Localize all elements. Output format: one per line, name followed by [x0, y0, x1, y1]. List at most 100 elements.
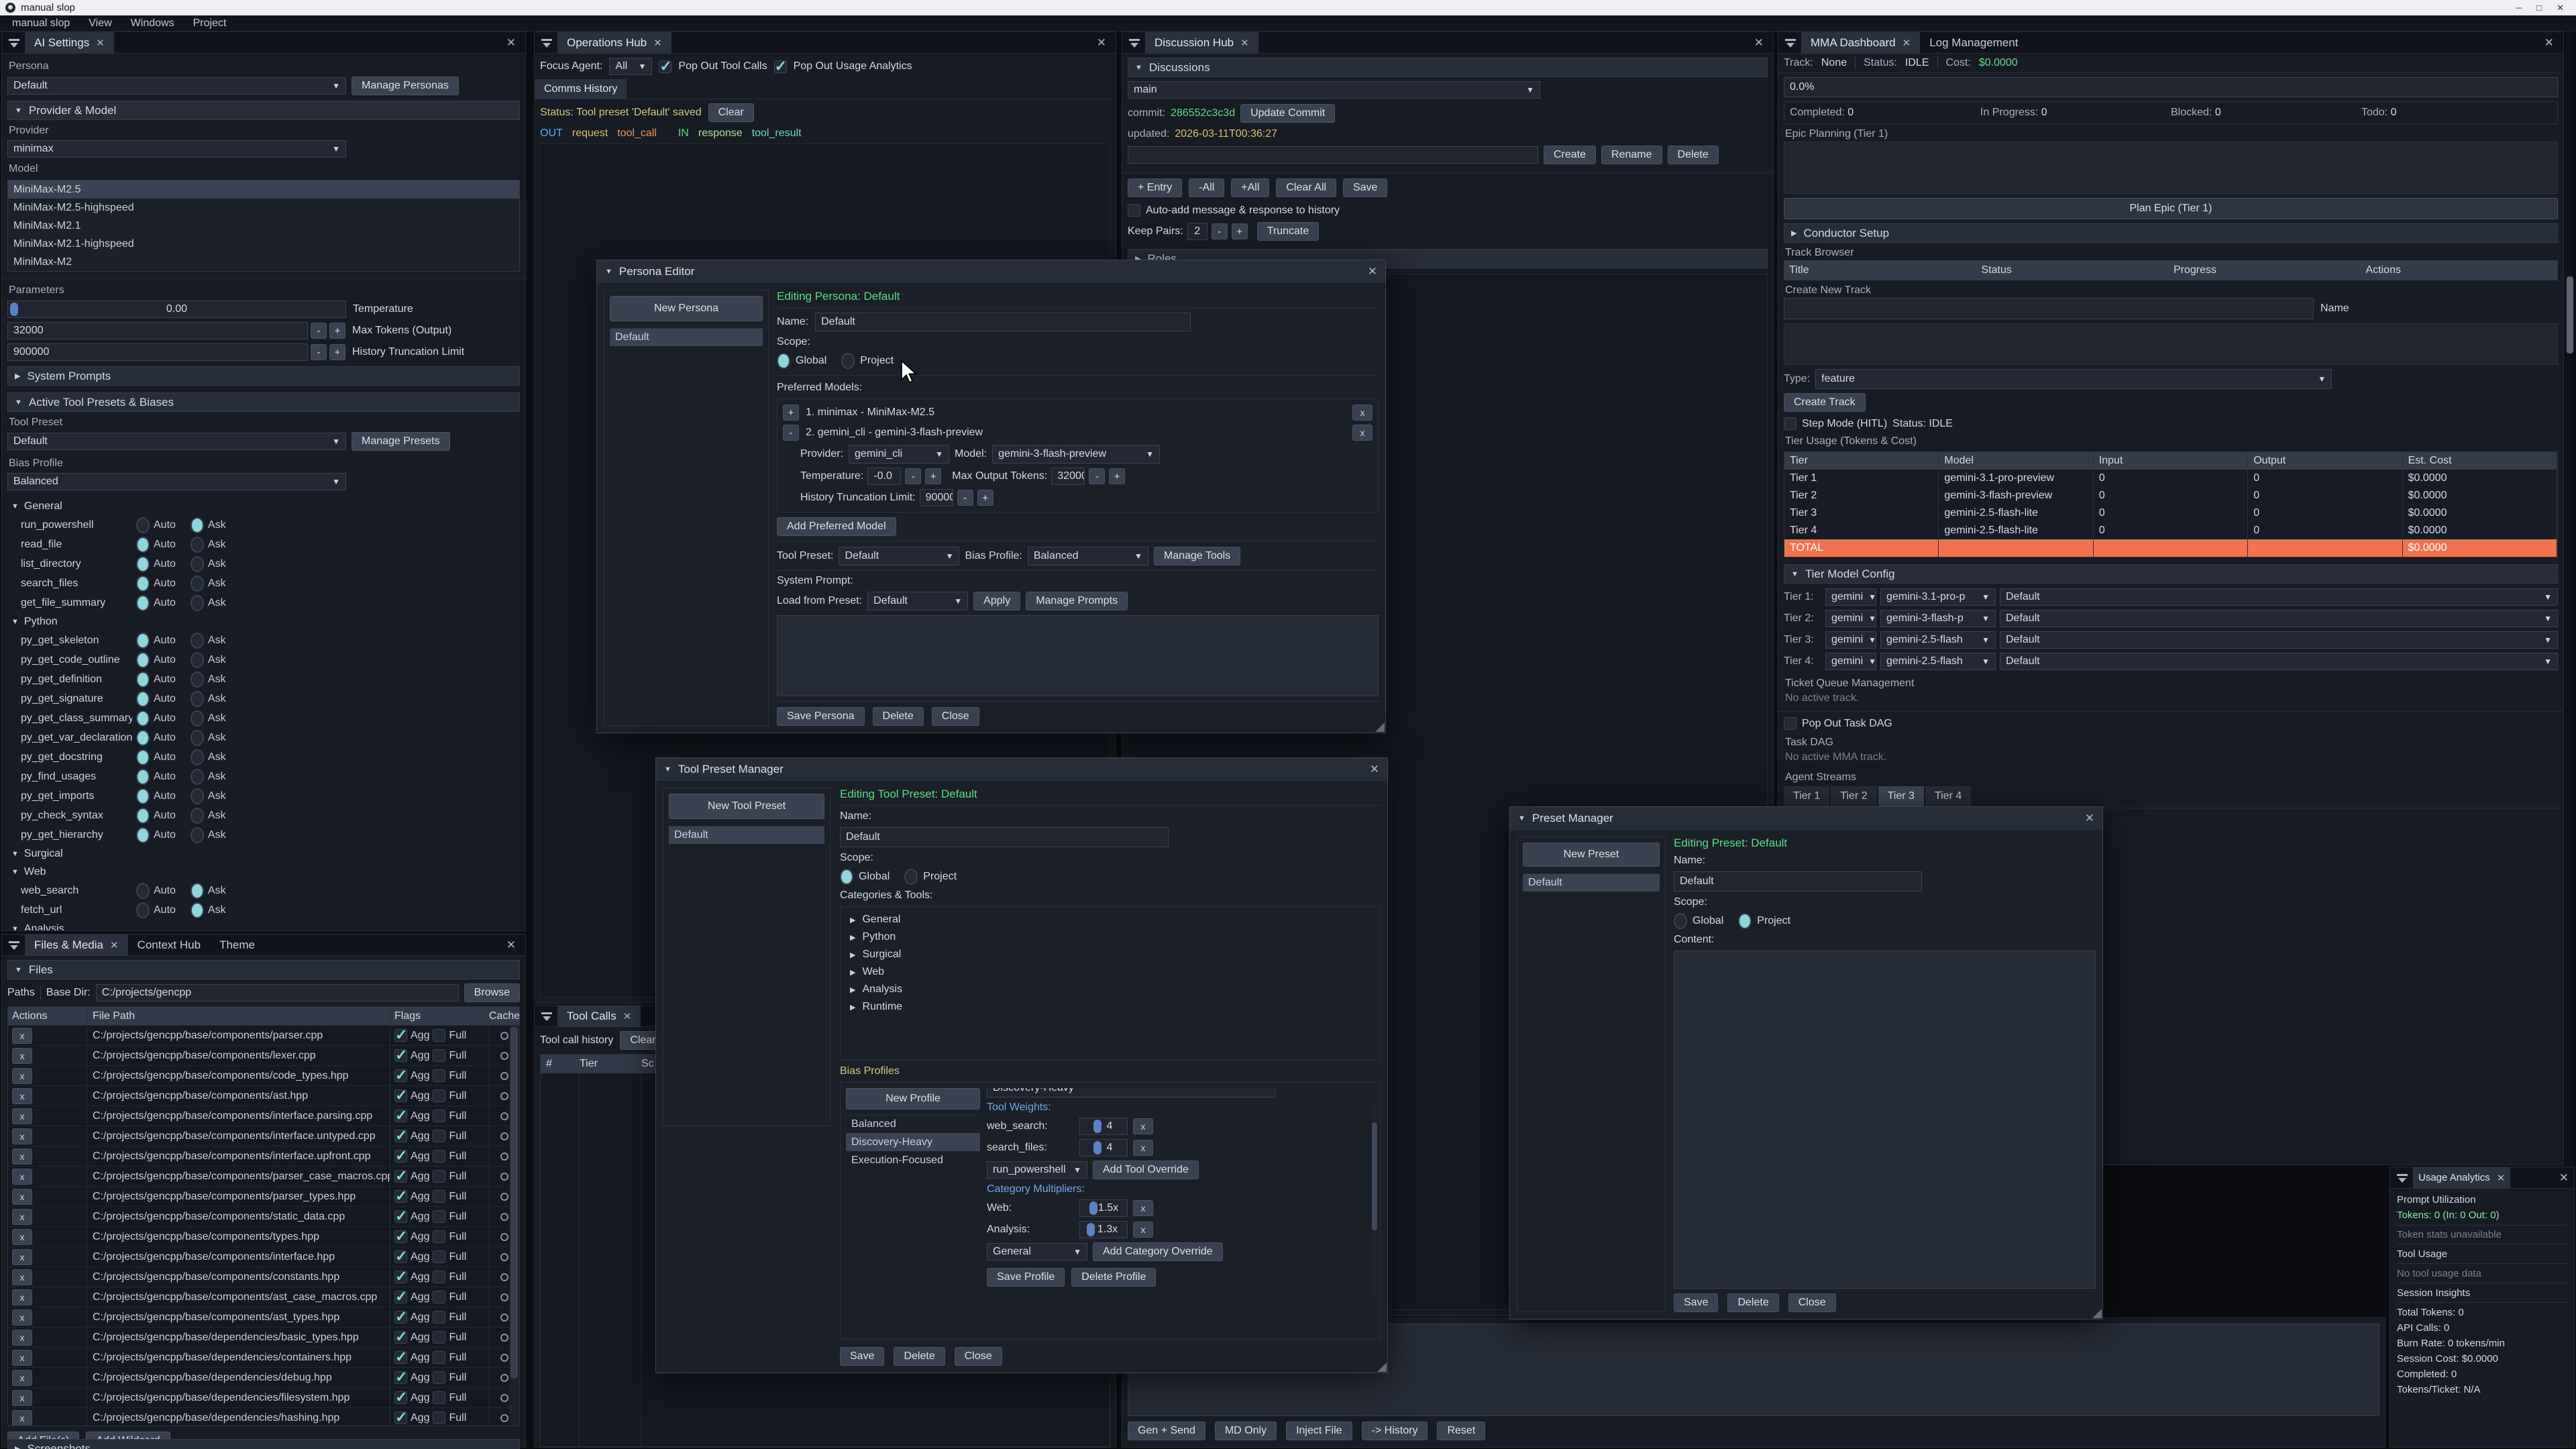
- agg-checkbox[interactable]: [394, 1069, 407, 1082]
- full-checkbox[interactable]: [433, 1351, 445, 1364]
- screenshots-section-header[interactable]: ▶Screenshots: [7, 1439, 520, 1449]
- tier3-provider-select[interactable]: gemini▼: [1825, 631, 1876, 649]
- menu-view[interactable]: View: [80, 17, 119, 30]
- new-tool-preset-button[interactable]: New Tool Preset: [669, 794, 824, 819]
- remove-file-button[interactable]: x: [12, 1289, 32, 1305]
- tab-close-icon[interactable]: ✕: [2497, 1172, 2506, 1184]
- remove-file-button[interactable]: x: [12, 1309, 32, 1326]
- pop-out-tool-calls-checkbox[interactable]: [659, 60, 672, 73]
- save-tool-preset-button[interactable]: Save: [840, 1347, 884, 1366]
- create-track-button[interactable]: Create Track: [1784, 393, 1866, 412]
- files-scrollbar[interactable]: [509, 1026, 519, 1426]
- panel-close-icon[interactable]: ✕: [1745, 36, 1773, 50]
- close-tool-preset-button[interactable]: Close: [955, 1347, 1002, 1366]
- decrement-button[interactable]: -: [1212, 223, 1228, 239]
- auto-radio[interactable]: [136, 672, 150, 688]
- full-checkbox[interactable]: [433, 1291, 445, 1303]
- tool-group-web[interactable]: ▼Web: [2, 863, 525, 881]
- pref-model-select[interactable]: gemini-3-flash-preview▼: [992, 445, 1160, 464]
- agg-checkbox[interactable]: [394, 1250, 407, 1263]
- delete-persona-button[interactable]: Delete: [873, 707, 924, 726]
- remove-file-button[interactable]: x: [12, 1048, 32, 1064]
- reset-button[interactable]: Reset: [1437, 1421, 1485, 1440]
- ask-radio[interactable]: [191, 672, 204, 688]
- tab-mma-dashboard[interactable]: MMA Dashboard✕: [1801, 32, 1920, 54]
- tab-close-icon[interactable]: ✕: [1240, 37, 1249, 49]
- maximize-icon[interactable]: □: [2536, 3, 2542, 13]
- tab-usage-analytics[interactable]: Usage Analytics✕: [2413, 1167, 2510, 1189]
- menu-project[interactable]: Project: [185, 17, 235, 30]
- persona-tool-preset-select[interactable]: Default▼: [839, 547, 959, 566]
- bias-scrollbar[interactable]: [1371, 1103, 1378, 1299]
- delete-discussion-button[interactable]: Delete: [1668, 146, 1719, 164]
- agg-checkbox[interactable]: [394, 1170, 407, 1183]
- manage-prompts-button[interactable]: Manage Prompts: [1026, 592, 1128, 610]
- minimize-icon[interactable]: ─: [2516, 3, 2522, 13]
- close-persona-button[interactable]: Close: [932, 707, 979, 726]
- create-discussion-button[interactable]: Create: [1544, 146, 1596, 164]
- auto-radio[interactable]: [136, 652, 150, 668]
- pref-temp-input[interactable]: -0.0: [867, 468, 901, 485]
- tool-preset-select[interactable]: Default▼: [7, 433, 346, 450]
- category-analysis[interactable]: ▶Analysis: [850, 983, 1371, 996]
- agg-checkbox[interactable]: [394, 1271, 407, 1283]
- tab-tool-calls[interactable]: Tool Calls✕: [557, 1006, 641, 1027]
- web-multiplier-slider[interactable]: 1.5x: [1079, 1199, 1128, 1217]
- tab-discussion-hub[interactable]: Discussion Hub✕: [1145, 32, 1258, 54]
- delete-tool-preset-button[interactable]: Delete: [894, 1347, 945, 1366]
- remove-file-button[interactable]: x: [12, 1330, 32, 1346]
- bias-profile-select[interactable]: Balanced▼: [7, 473, 346, 490]
- add-preferred-model-button[interactable]: Add Preferred Model: [777, 517, 896, 536]
- category-runtime[interactable]: ▶Runtime: [850, 1001, 1371, 1013]
- agg-checkbox[interactable]: [394, 1190, 407, 1203]
- epic-planning-textarea[interactable]: [1784, 142, 2558, 194]
- remove-file-button[interactable]: x: [12, 1269, 32, 1285]
- pref-max-tokens-input[interactable]: 32000: [1051, 468, 1085, 485]
- clear-status-button[interactable]: Clear: [708, 103, 754, 122]
- agg-checkbox[interactable]: [394, 1311, 407, 1324]
- remove-file-button[interactable]: x: [12, 1088, 32, 1104]
- tool-preset-list-item[interactable]: Default: [669, 826, 824, 844]
- auto-radio[interactable]: [136, 749, 150, 765]
- ask-radio[interactable]: [191, 633, 204, 649]
- project-radio[interactable]: [841, 353, 855, 369]
- auto-radio[interactable]: [136, 537, 150, 553]
- inject-file-button[interactable]: Inject File: [1286, 1421, 1352, 1440]
- remove-file-button[interactable]: x: [12, 1169, 32, 1185]
- remove-file-button[interactable]: x: [12, 1128, 32, 1144]
- ask-radio[interactable]: [191, 691, 204, 707]
- delete-profile-button[interactable]: Delete Profile: [1071, 1268, 1156, 1287]
- remove-file-button[interactable]: x: [12, 1148, 32, 1165]
- remove-weight-button[interactable]: x: [1133, 1140, 1153, 1156]
- panel-menu-icon[interactable]: [1785, 39, 1796, 47]
- tier2-preset-select[interactable]: Default▼: [2000, 610, 2558, 627]
- track-type-select[interactable]: feature▼: [1815, 369, 2332, 389]
- auto-radio[interactable]: [136, 827, 150, 843]
- auto-radio[interactable]: [136, 902, 150, 918]
- load-preset-select[interactable]: Default▼: [867, 592, 968, 610]
- agg-checkbox[interactable]: [394, 1391, 407, 1404]
- tab-close-icon[interactable]: ✕: [1902, 37, 1911, 49]
- full-checkbox[interactable]: [433, 1250, 445, 1263]
- agg-checkbox[interactable]: [394, 1351, 407, 1364]
- auto-radio[interactable]: [136, 769, 150, 785]
- remove-file-button[interactable]: x: [12, 1350, 32, 1366]
- agg-checkbox[interactable]: [394, 1150, 407, 1163]
- ask-radio[interactable]: [191, 730, 204, 746]
- model-item[interactable]: MiniMax-M2: [8, 253, 519, 271]
- full-checkbox[interactable]: [433, 1230, 445, 1243]
- ask-radio[interactable]: [191, 595, 204, 611]
- track-description-textarea[interactable]: [1784, 323, 2558, 365]
- tier4-provider-select[interactable]: gemini▼: [1825, 653, 1876, 670]
- project-radio[interactable]: [904, 869, 918, 885]
- remove-file-button[interactable]: x: [12, 1390, 32, 1406]
- browse-button[interactable]: Browse: [464, 983, 520, 1002]
- auto-radio[interactable]: [136, 788, 150, 804]
- clear-all-button[interactable]: Clear All: [1276, 178, 1336, 197]
- agg-checkbox[interactable]: [394, 1230, 407, 1243]
- full-checkbox[interactable]: [433, 1170, 445, 1183]
- web-search-weight-slider[interactable]: 4: [1079, 1118, 1128, 1135]
- profile-item[interactable]: Balanced: [846, 1115, 980, 1133]
- remove-multiplier-button[interactable]: x: [1133, 1222, 1153, 1238]
- files-section-header[interactable]: ▼Files: [7, 960, 520, 979]
